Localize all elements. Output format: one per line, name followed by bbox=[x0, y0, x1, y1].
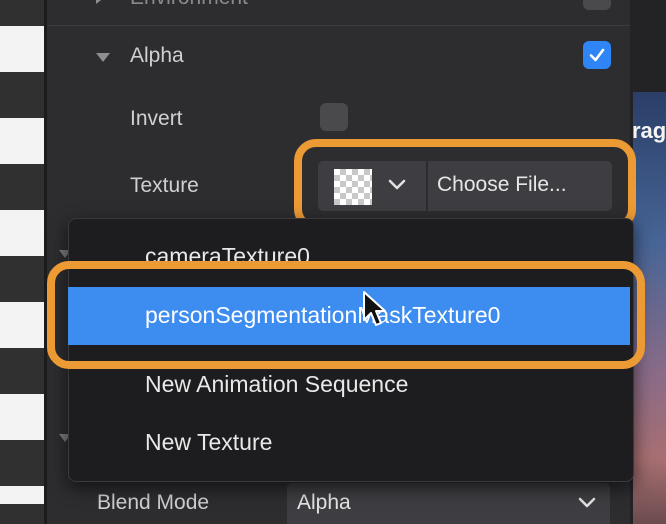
invert-checkbox[interactable] bbox=[320, 103, 348, 131]
alpha-disclosure-icon[interactable] bbox=[96, 53, 110, 62]
blend-mode-label: Blend Mode bbox=[97, 491, 210, 514]
section-divider bbox=[47, 25, 630, 26]
environment-checkbox[interactable] bbox=[583, 0, 611, 10]
invert-label: Invert bbox=[130, 107, 183, 130]
blend-mode-value: Alpha bbox=[297, 491, 351, 514]
environment-disclosure-icon[interactable] bbox=[96, 0, 105, 4]
mouse-pointer-icon bbox=[363, 291, 386, 326]
blend-mode-select[interactable]: Alpha bbox=[287, 483, 610, 524]
alpha-label: Alpha bbox=[130, 44, 184, 67]
preview-text: rag bbox=[632, 118, 666, 143]
checkmark-icon bbox=[589, 48, 605, 62]
texture-label: Texture bbox=[130, 174, 199, 197]
menu-item-new-animation-sequence[interactable]: New Animation Sequence bbox=[145, 371, 408, 398]
viewport-checker-background bbox=[0, 0, 46, 524]
alpha-checkbox[interactable] bbox=[583, 41, 611, 69]
menu-item-new-texture[interactable]: New Texture bbox=[145, 429, 272, 456]
chevron-down-icon bbox=[578, 497, 596, 508]
environment-label: Environment bbox=[130, 0, 248, 10]
menu-item-highlight-ring bbox=[47, 261, 645, 369]
